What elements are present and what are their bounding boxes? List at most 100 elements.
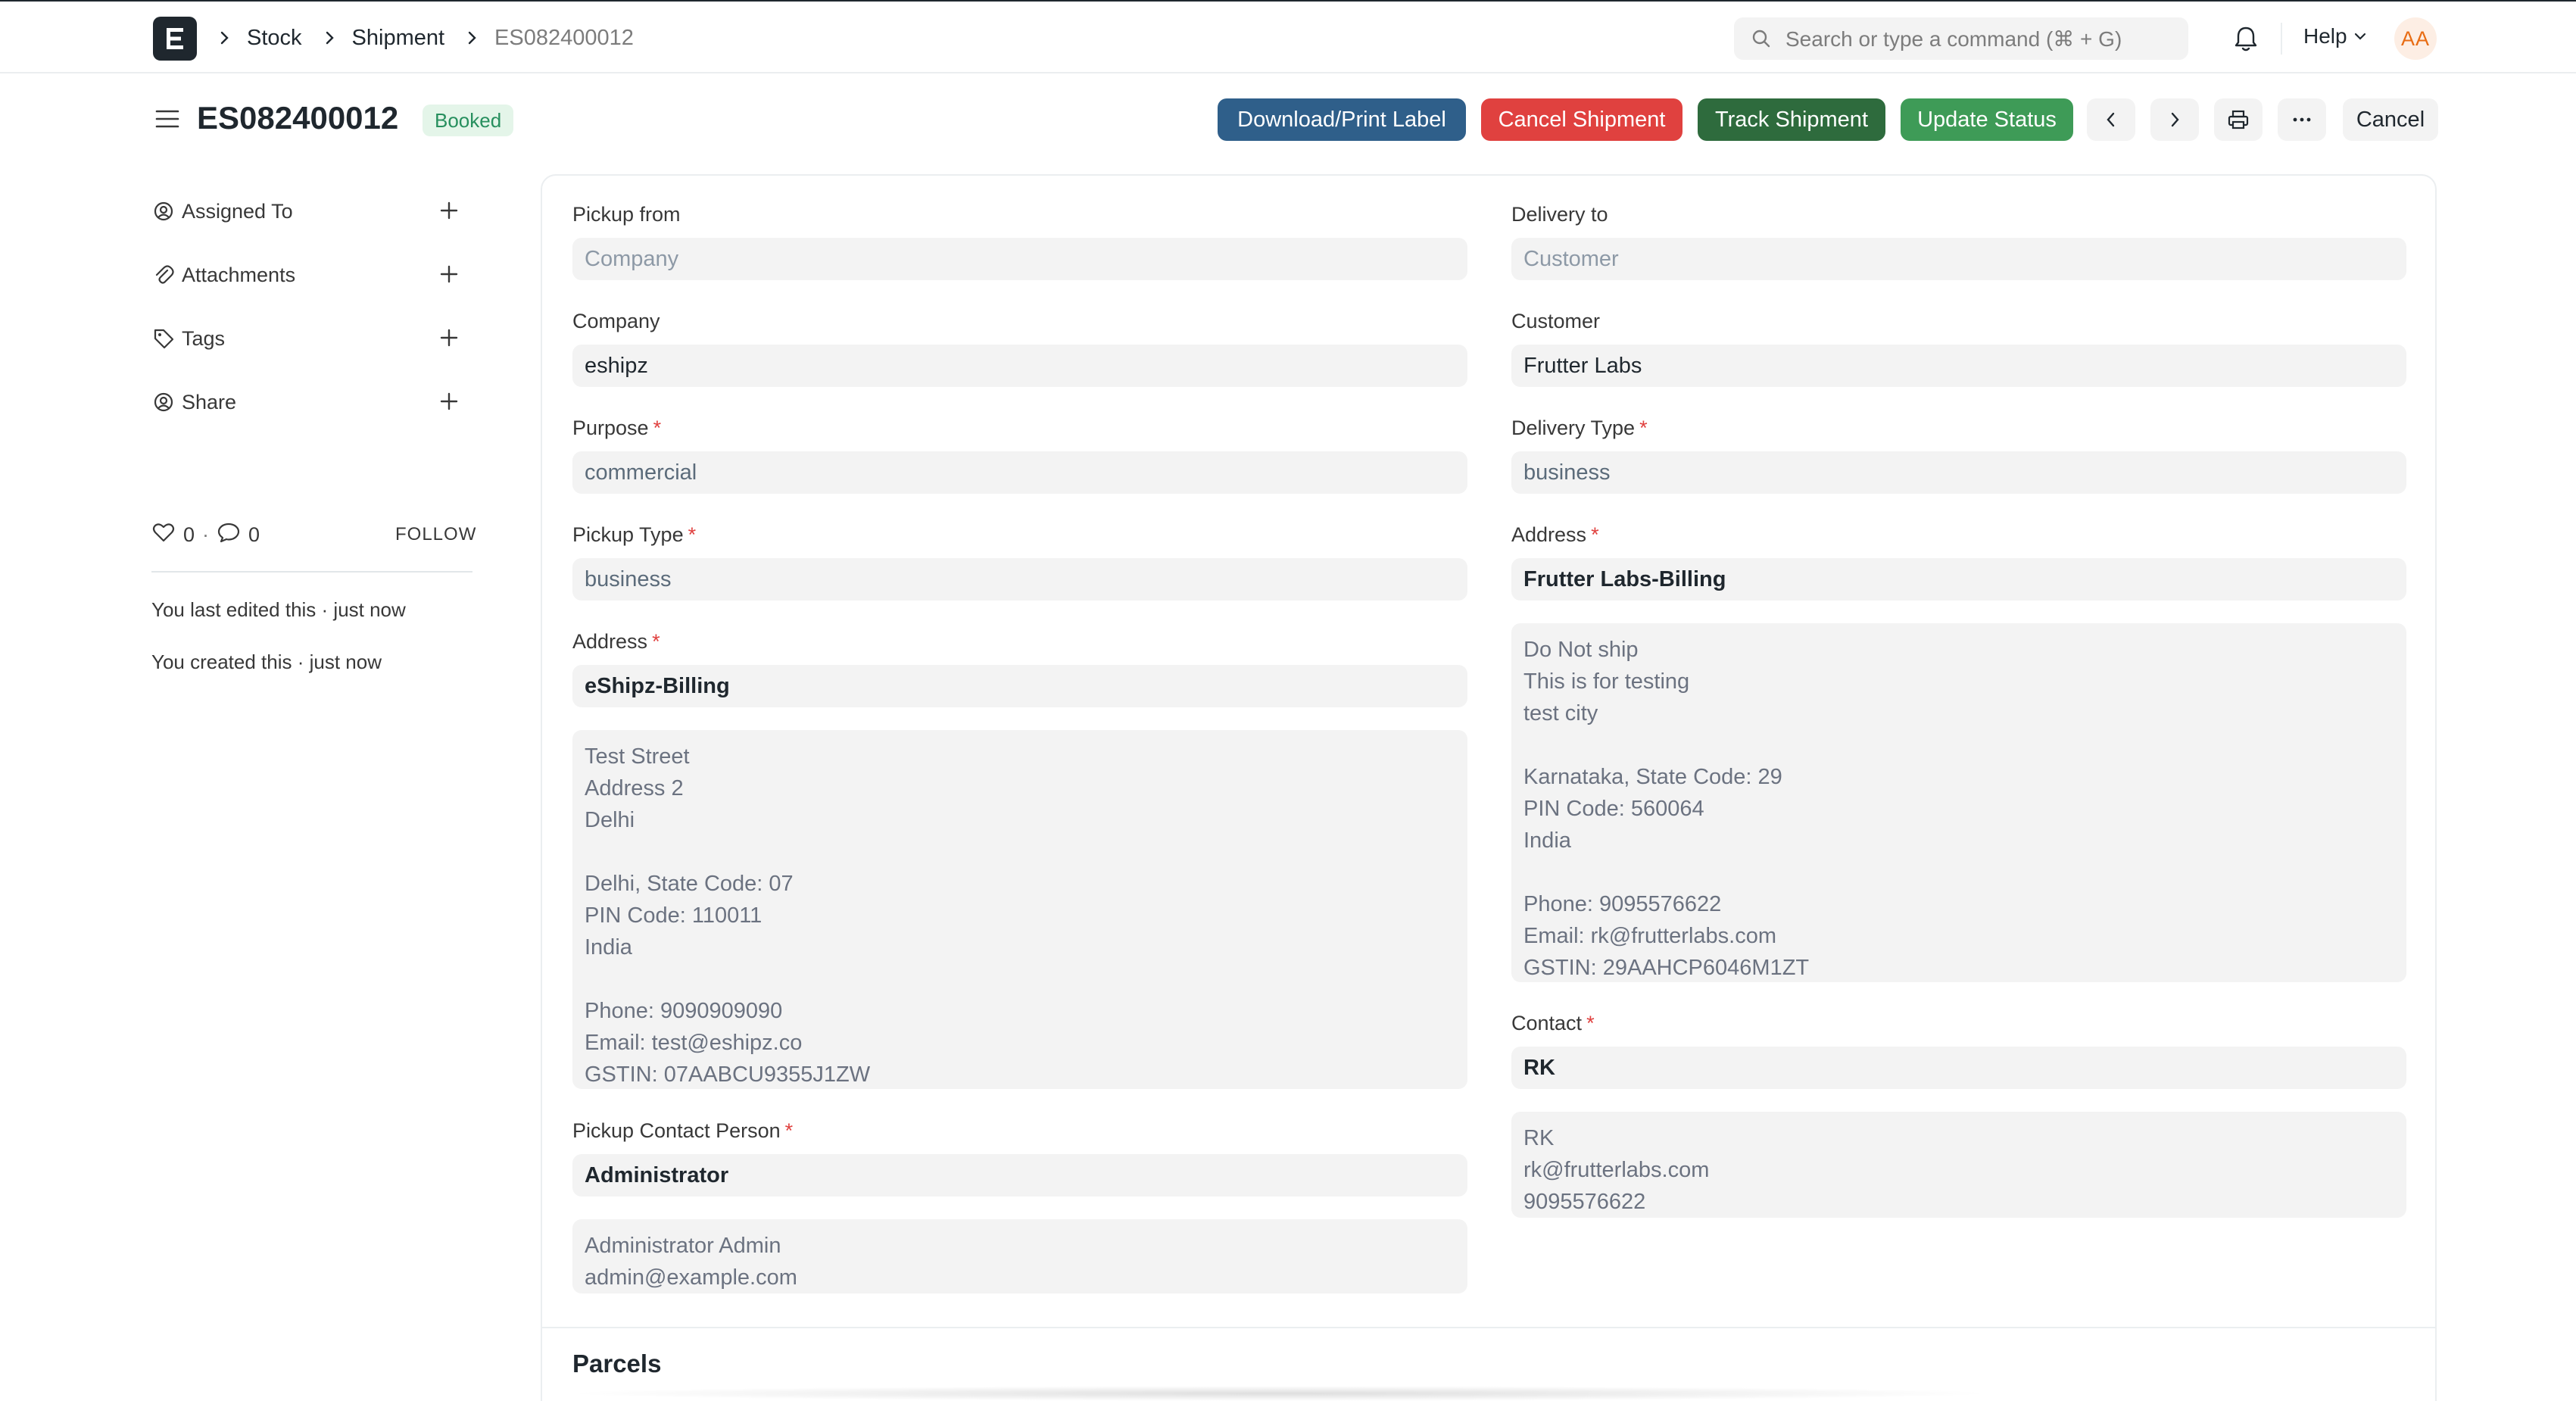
address-line: Email: rk@frutterlabs.com bbox=[1523, 924, 1777, 948]
page-title: ES082400012 bbox=[197, 100, 399, 136]
status-badge: Booked bbox=[423, 105, 514, 136]
sidebar-divider bbox=[151, 571, 472, 573]
timeline-last-edited: You last edited this · just now bbox=[151, 598, 406, 621]
company-label: Company bbox=[572, 310, 660, 332]
more-actions-button[interactable] bbox=[2278, 98, 2326, 141]
track-shipment-button[interactable]: Track Shipment bbox=[1698, 98, 1885, 141]
contact-line: 9095576622 bbox=[1523, 1190, 1646, 1214]
address-line: Test Street bbox=[585, 744, 690, 769]
address-line: Email: test@eshipz.co bbox=[585, 1031, 803, 1055]
contact-label: Contact * bbox=[1511, 1012, 1595, 1034]
delivery-address-label: Address * bbox=[1511, 523, 1599, 546]
address-line: PIN Code: 110011 bbox=[585, 903, 763, 928]
navbar: Stock Shipment ES082400012 Search or typ… bbox=[0, 0, 2576, 73]
sidebar-item-tags[interactable]: Tags bbox=[151, 320, 469, 357]
address-line: Address 2 bbox=[585, 776, 684, 800]
search-icon bbox=[1752, 30, 1770, 48]
contact-field[interactable]: RK bbox=[1511, 1047, 2406, 1089]
next-doc-button[interactable] bbox=[2150, 98, 2199, 141]
print-button[interactable] bbox=[2214, 98, 2263, 141]
purpose-label: Purpose * bbox=[572, 417, 662, 439]
share-icon bbox=[151, 391, 176, 413]
add-assignee-plus-icon[interactable] bbox=[438, 199, 460, 227]
sidebar-item-label: Share bbox=[182, 390, 237, 413]
address-line: GSTIN: 29AAHCP6046M1ZT bbox=[1523, 956, 1810, 980]
add-attachment-plus-icon[interactable] bbox=[438, 263, 460, 291]
breadcrumb-shipment[interactable]: Shipment bbox=[352, 26, 445, 51]
sidebar-item-share[interactable]: Share bbox=[151, 384, 469, 420]
pickup-contact-display: Administrator Admin admin@example.com bbox=[572, 1219, 1467, 1293]
follow-button[interactable]: FOLLOW bbox=[395, 524, 476, 545]
address-line bbox=[1523, 729, 2394, 761]
help-dropdown[interactable]: Help bbox=[2303, 24, 2367, 48]
previous-doc-button[interactable] bbox=[2087, 98, 2135, 141]
comment-icon[interactable] bbox=[217, 521, 241, 549]
contact-line: admin@example.com bbox=[585, 1265, 797, 1290]
sidebar-item-assigned-to[interactable]: Assigned To bbox=[151, 193, 469, 229]
update-status-button[interactable]: Update Status bbox=[1901, 98, 2073, 141]
chevron-right-icon bbox=[461, 30, 484, 45]
breadcrumb-stock[interactable]: Stock bbox=[247, 26, 302, 51]
address-line: Phone: 9090909090 bbox=[585, 999, 783, 1023]
delivery-address-field[interactable]: Frutter Labs-Billing bbox=[1511, 558, 2406, 601]
address-line: PIN Code: 560064 bbox=[1523, 797, 1704, 821]
contact-line: Administrator Admin bbox=[585, 1234, 781, 1258]
contact-line: rk@frutterlabs.com bbox=[1523, 1158, 1710, 1182]
pickup-from-field[interactable]: Company bbox=[572, 238, 1467, 280]
sidebar-item-label: Attachments bbox=[182, 263, 296, 286]
address-line: Do Not ship bbox=[1523, 638, 1639, 662]
printer-icon bbox=[2228, 110, 2249, 129]
pickup-address-display: Test Street Address 2 Delhi Delhi, State… bbox=[572, 730, 1467, 1089]
sidebar-item-label: Tags bbox=[182, 326, 226, 350]
table-shadow bbox=[560, 1386, 1999, 1401]
address-line: Delhi bbox=[585, 808, 635, 832]
address-line: India bbox=[1523, 828, 1571, 853]
ellipsis-icon bbox=[2293, 117, 2311, 122]
parcels-section-title: Parcels bbox=[572, 1350, 662, 1378]
breadcrumb-current[interactable]: ES082400012 bbox=[494, 26, 634, 51]
add-share-plus-icon[interactable] bbox=[438, 390, 460, 418]
sidebar-item-attachments[interactable]: Attachments bbox=[151, 257, 469, 293]
user-avatar[interactable]: AA bbox=[2394, 17, 2437, 60]
address-line: India bbox=[585, 935, 632, 959]
purpose-field[interactable]: commercial bbox=[572, 451, 1467, 494]
cancel-shipment-button[interactable]: Cancel Shipment bbox=[1481, 98, 1683, 141]
delivery-to-label: Delivery to bbox=[1511, 203, 1608, 226]
contact-line: RK bbox=[1523, 1126, 1555, 1150]
notifications-bell-icon[interactable] bbox=[2232, 24, 2259, 57]
address-line: Delhi, State Code: 07 bbox=[585, 872, 794, 896]
download-print-label-button[interactable]: Download/Print Label bbox=[1218, 98, 1466, 141]
delivery-contact-display: RK rk@frutterlabs.com 9095576622 bbox=[1511, 1112, 2406, 1218]
delivery-type-field[interactable]: business bbox=[1511, 451, 2406, 494]
help-label: Help bbox=[2303, 24, 2347, 48]
delivery-to-field[interactable]: Customer bbox=[1511, 238, 2406, 280]
navbar-divider bbox=[2281, 23, 2282, 55]
search-placeholder: Search or type a command (⌘ + G) bbox=[1785, 27, 2122, 51]
company-field[interactable]: eshipz bbox=[572, 345, 1467, 387]
delivery-address-display: Do Not ship This is for testing test cit… bbox=[1511, 623, 2406, 982]
chevron-down-icon bbox=[2354, 33, 2365, 40]
cancel-button[interactable]: Cancel bbox=[2343, 98, 2438, 141]
pickup-contact-person-label: Pickup Contact Person * bbox=[572, 1119, 794, 1142]
pickup-address-label: Address * bbox=[572, 630, 660, 653]
heart-icon[interactable] bbox=[151, 522, 176, 548]
add-tag-plus-icon[interactable] bbox=[438, 326, 460, 354]
like-count: 0 bbox=[183, 523, 195, 546]
address-line: GSTIN: 07AABCU9355J1ZW bbox=[585, 1062, 871, 1087]
pickup-type-field[interactable]: business bbox=[572, 558, 1467, 601]
section-divider bbox=[542, 1327, 2435, 1328]
address-line: Phone: 9095576622 bbox=[1523, 892, 1722, 916]
pickup-contact-person-field[interactable]: Administrator bbox=[572, 1154, 1467, 1197]
pickup-type-label: Pickup Type * bbox=[572, 523, 697, 546]
comment-count: 0 bbox=[248, 523, 260, 546]
likes-comments: 0 · 0 bbox=[151, 520, 260, 550]
address-line bbox=[585, 963, 1455, 995]
chevron-right-icon bbox=[2171, 112, 2179, 127]
app-logo[interactable] bbox=[153, 17, 197, 61]
sidebar-toggle-menu-icon[interactable] bbox=[154, 108, 180, 134]
search-input[interactable]: Search or type a command (⌘ + G) bbox=[1734, 17, 2188, 60]
breadcrumb: Stock Shipment ES082400012 bbox=[214, 23, 650, 53]
pickup-address-field[interactable]: eShipz-Billing bbox=[572, 665, 1467, 707]
address-line bbox=[585, 836, 1455, 868]
customer-field[interactable]: Frutter Labs bbox=[1511, 345, 2406, 387]
